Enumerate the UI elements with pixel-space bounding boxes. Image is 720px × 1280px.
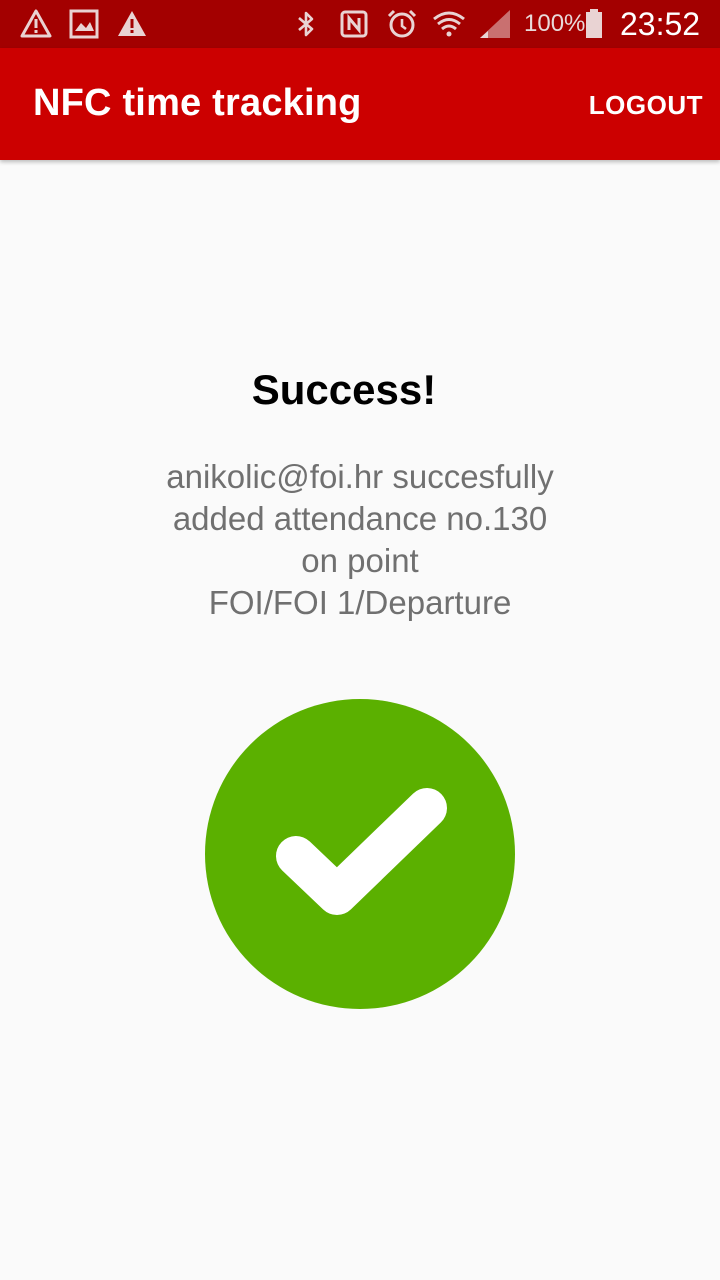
success-message: anikolic@foi.hr succesfully added attend… xyxy=(0,456,720,624)
image-icon xyxy=(68,8,100,40)
check-circle-icon xyxy=(204,698,516,1010)
message-line: anikolic@foi.hr succesfully xyxy=(166,458,554,495)
battery-percentage: 100% xyxy=(524,10,586,37)
logout-button[interactable]: LOGOUT xyxy=(589,90,703,121)
message-line: on point xyxy=(301,542,419,579)
message-line: added attendance no.130 xyxy=(172,500,548,537)
status-bar: 100% 23:52 xyxy=(0,0,720,48)
clock: 23:52 xyxy=(620,6,701,42)
signal-icon xyxy=(478,8,510,40)
wifi-icon xyxy=(432,8,465,40)
message-line: FOI/FOI 1/Departure xyxy=(208,584,512,621)
nfc-icon xyxy=(338,8,370,40)
app-title: NFC time tracking xyxy=(33,82,362,124)
success-title: Success! xyxy=(251,366,437,413)
warning-icon xyxy=(20,8,52,40)
app-bar: NFC time tracking LOGOUT xyxy=(0,48,720,160)
alarm-icon xyxy=(386,8,418,40)
warning-icon xyxy=(116,8,148,40)
bluetooth-icon xyxy=(290,8,322,40)
battery-icon xyxy=(584,8,616,40)
